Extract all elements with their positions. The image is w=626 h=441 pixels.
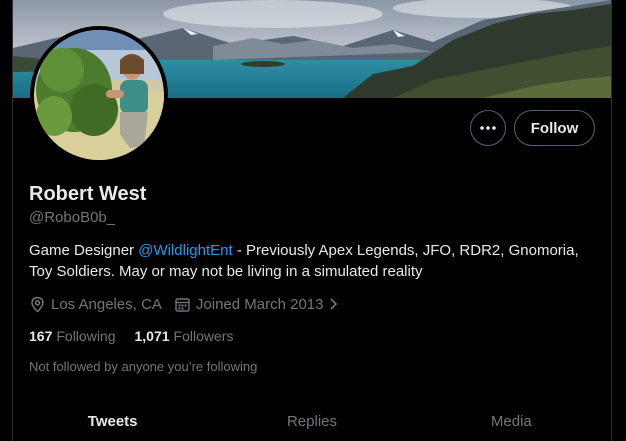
bio-mention-link[interactable]: @WildlightEnt: [138, 242, 232, 259]
calendar-icon: [175, 297, 190, 312]
location-pin-icon: [31, 296, 44, 313]
follow-stats: 167 Following 1,071 Followers: [29, 328, 252, 344]
location-item: Los Angeles, CA: [29, 296, 162, 313]
following-label: Following: [56, 328, 116, 344]
followers-count: 1,071: [134, 328, 170, 344]
tab-replies[interactable]: Replies: [212, 396, 411, 441]
profile-meta: Los Angeles, CA Joined March 2013: [29, 293, 352, 315]
left-gutter: [0, 0, 12, 441]
profile-tabs: Tweets Replies Media: [13, 396, 611, 441]
right-gutter: [612, 0, 626, 441]
tab-tweets[interactable]: Tweets: [13, 396, 212, 441]
tab-media[interactable]: Media: [412, 396, 611, 441]
location-text: Los Angeles, CA: [51, 295, 162, 313]
profile-name: Robert West: [29, 183, 147, 205]
avatar[interactable]: [30, 26, 168, 164]
following-count: 167: [29, 328, 53, 344]
bio-text-before: Game Designer: [29, 242, 139, 259]
more-options-button[interactable]: [470, 110, 506, 146]
followers-label: Followers: [173, 328, 234, 344]
profile-bio: Game Designer @WildlightEnt - Previously…: [29, 240, 599, 282]
follow-button-label: Follow: [530, 119, 579, 137]
following-link[interactable]: 167 Following: [29, 328, 116, 344]
joined-item[interactable]: Joined March 2013: [174, 296, 340, 313]
follow-button[interactable]: Follow: [514, 110, 595, 146]
followers-link[interactable]: 1,071 Followers: [135, 328, 234, 344]
chevron-right-icon: [329, 298, 337, 310]
joined-text: Joined March 2013: [195, 295, 324, 313]
not-followed-notice: Not followed by anyone you’re following: [29, 359, 258, 374]
more-horizontal-icon: [480, 126, 496, 130]
profile-handle: @RoboB0b_: [29, 209, 116, 226]
